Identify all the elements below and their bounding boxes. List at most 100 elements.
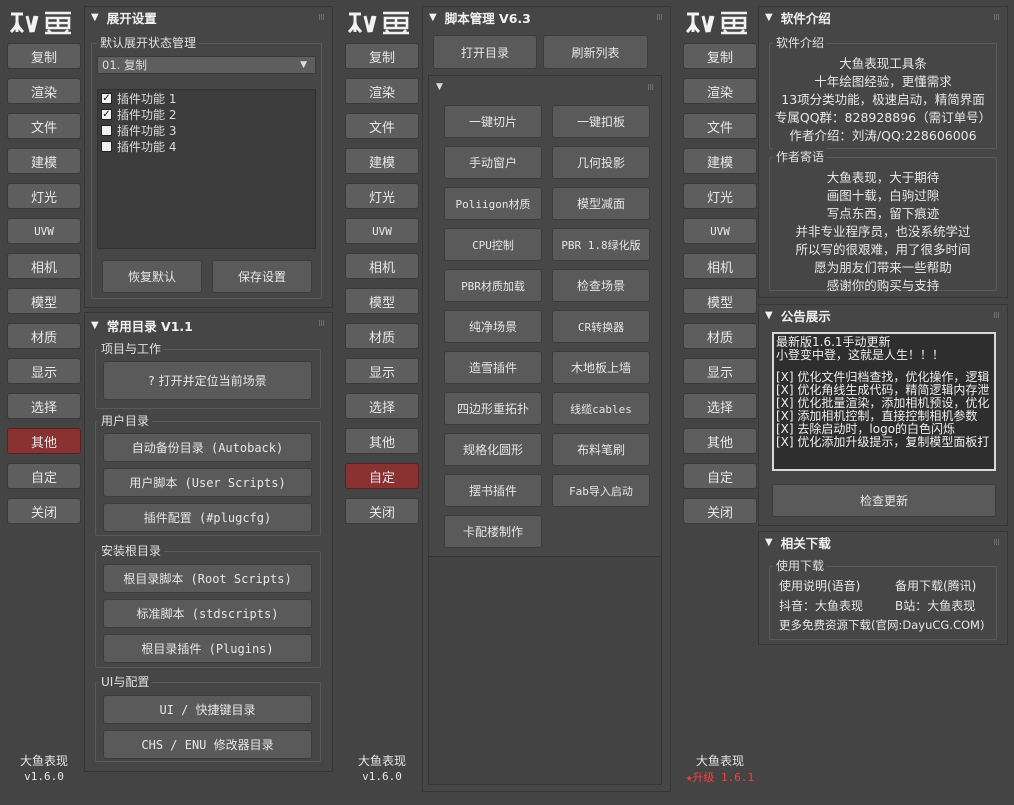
manual-link[interactable]: 使用说明(语音) [779,577,860,594]
plugcfg-button[interactable]: 插件配置 (#plugcfg) [103,503,312,532]
sidebar-item-display[interactable]: 显示 [683,358,757,384]
grip-icon[interactable] [648,84,654,90]
grip-icon[interactable] [994,312,1000,318]
sidebar-item-select[interactable]: 选择 [345,393,419,419]
sidebar-item-custom[interactable]: 自定 [345,463,419,489]
sidebar-item-modeling[interactable]: 建模 [7,148,81,174]
script-button[interactable]: 摆书插件 [444,474,542,507]
grip-icon[interactable] [319,320,325,326]
sidebar-item-display[interactable]: 显示 [7,358,81,384]
sidebar-item-file[interactable]: 文件 [345,113,419,139]
root-plugins-button[interactable]: 根目录插件 (Plugins) [103,634,312,663]
script-button[interactable]: 四边形重拓扑 [444,392,542,425]
plugin-item-2[interactable]: ✓ 插件功能 2 [101,106,176,122]
sidebar-item-file[interactable]: 文件 [7,113,81,139]
sidebar-item-material[interactable]: 材质 [7,323,81,349]
sidebar-item-custom[interactable]: 自定 [683,463,757,489]
sidebar-item-select[interactable]: 选择 [683,393,757,419]
checkbox-unchecked-icon[interactable] [101,140,112,152]
sidebar-item-select[interactable]: 选择 [7,393,81,419]
user-scripts-button[interactable]: 用户脚本 (User Scripts) [103,468,312,497]
backup-download-link[interactable]: 备用下载(腾讯) [895,577,976,594]
sidebar-item-other[interactable]: 其他 [683,428,757,454]
expand-settings-header[interactable]: ▼ 展开设置 [85,7,332,27]
script-button[interactable]: 布料笔刷 [552,433,650,466]
sidebar-item-render[interactable]: 渲染 [345,78,419,104]
checkbox-checked-icon[interactable]: ✓ [101,92,112,104]
script-button[interactable]: 造雪插件 [444,351,542,384]
sidebar-item-other[interactable]: 其他 [7,428,81,454]
open-scene-button[interactable]: ? 打开并定位当前场景 [103,361,312,400]
check-update-button[interactable]: 检查更新 [772,484,996,517]
sidebar-item-light[interactable]: 灯光 [7,183,81,209]
sidebar-item-camera[interactable]: 相机 [683,253,757,279]
grip-icon[interactable] [994,14,1000,20]
downloads-header[interactable]: ▼ 相关下载 [759,532,1007,552]
douyin-link[interactable]: 抖音：大鱼表现 [779,597,863,614]
grip-icon[interactable] [319,14,325,20]
open-dir-button[interactable]: 打开目录 [433,35,537,69]
checkbox-unchecked-icon[interactable] [101,124,112,136]
script-button[interactable]: Fab导入启动 [552,474,650,507]
sidebar-item-close[interactable]: 关闭 [683,498,757,524]
script-button[interactable]: 卡配楼制作 [444,515,542,548]
checkbox-checked-icon[interactable]: ✓ [101,108,112,120]
sidebar-item-other[interactable]: 其他 [345,428,419,454]
sidebar-item-display[interactable]: 显示 [345,358,419,384]
script-button[interactable]: CR转换器 [552,310,650,343]
script-manager-header[interactable]: ▼ 脚本管理 V6.3 [423,7,670,27]
expand-state-dropdown[interactable]: 01. 复制 ▼ [97,56,316,74]
restore-default-button[interactable]: 恢复默认 [102,260,202,293]
ui-hotkeys-button[interactable]: UI / 快捷键目录 [103,695,312,724]
sidebar-item-modeling[interactable]: 建模 [683,148,757,174]
plugin-item-3[interactable]: 插件功能 3 [101,122,176,138]
sidebar-item-copy[interactable]: 复制 [683,43,757,69]
sidebar-item-close[interactable]: 关闭 [345,498,419,524]
sidebar-item-render[interactable]: 渲染 [683,78,757,104]
script-button[interactable]: 几何投影 [552,146,650,179]
grip-icon[interactable] [657,14,663,20]
sidebar-item-camera[interactable]: 相机 [7,253,81,279]
save-settings-button[interactable]: 保存设置 [212,260,312,293]
common-dirs-header[interactable]: ▼ 常用目录 V1.1 [85,315,332,335]
sidebar-item-uvw[interactable]: UVW [345,218,419,244]
sidebar-item-uvw[interactable]: UVW [683,218,757,244]
script-button[interactable]: Poliigon材质 [444,187,542,220]
script-button[interactable]: 纯净场景 [444,310,542,343]
sidebar-item-light[interactable]: 灯光 [683,183,757,209]
sidebar-item-material[interactable]: 材质 [683,323,757,349]
sidebar-item-file[interactable]: 文件 [683,113,757,139]
notice-header[interactable]: ▼ 公告展示 [759,305,1007,325]
root-scripts-button[interactable]: 根目录脚本 (Root Scripts) [103,564,312,593]
sidebar-item-material[interactable]: 材质 [345,323,419,349]
script-button[interactable]: 规格化圆形 [444,433,542,466]
sidebar-item-modeling[interactable]: 建模 [345,148,419,174]
sidebar-item-model[interactable]: 模型 [7,288,81,314]
chs-enu-button[interactable]: CHS / ENU 修改器目录 [103,730,312,759]
more-resources-link[interactable]: 更多免费资源下载(官网:DayuCG.COM) [779,617,984,633]
sidebar-item-uvw[interactable]: UVW [7,218,81,244]
plugin-item-4[interactable]: 插件功能 4 [101,138,176,154]
script-button[interactable]: PBR材质加载 [444,269,542,302]
script-button[interactable]: 一键扣板 [552,105,650,138]
upgrade-notice[interactable]: ★升级 1.6.1 [676,769,764,785]
intro-header[interactable]: ▼ 软件介绍 [759,7,1007,27]
sidebar-item-render[interactable]: 渲染 [7,78,81,104]
sidebar-item-copy[interactable]: 复制 [7,43,81,69]
sidebar-item-camera[interactable]: 相机 [345,253,419,279]
bilibili-link[interactable]: B站：大鱼表现 [895,597,975,614]
grip-icon[interactable] [994,539,1000,545]
sidebar-item-custom[interactable]: 自定 [7,463,81,489]
stdscripts-button[interactable]: 标准脚本 (stdscripts) [103,599,312,628]
refresh-list-button[interactable]: 刷新列表 [543,35,648,69]
sidebar-item-copy[interactable]: 复制 [345,43,419,69]
script-button[interactable]: 线缆cables [552,392,650,425]
collapse-arrow-icon[interactable]: ▼ [436,82,443,92]
script-button[interactable]: 木地板上墙 [552,351,650,384]
script-button[interactable]: 模型减面 [552,187,650,220]
script-button[interactable]: 一键切片 [444,105,542,138]
script-button[interactable]: 检查场景 [552,269,650,302]
script-button[interactable]: PBR 1.8绿化版 [552,228,650,261]
sidebar-item-close[interactable]: 关闭 [7,498,81,524]
sidebar-item-light[interactable]: 灯光 [345,183,419,209]
